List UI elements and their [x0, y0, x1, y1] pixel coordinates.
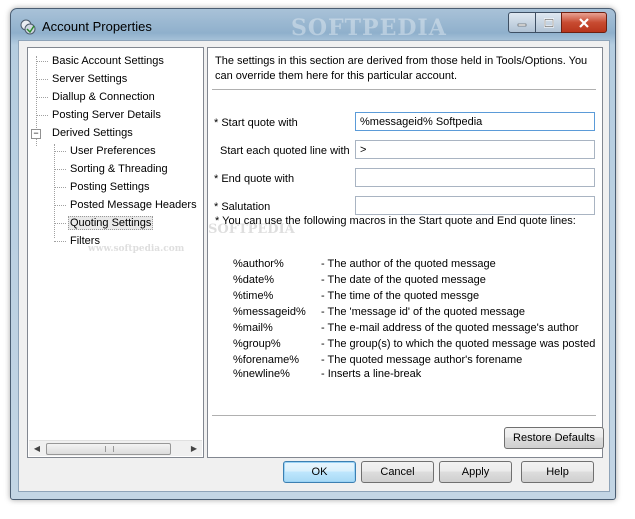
tree-item-posting-settings[interactable]: Posting Settings [68, 180, 152, 194]
collapse-toggle[interactable]: − [31, 129, 41, 139]
tree-item-user-preferences[interactable]: User Preferences [68, 144, 158, 158]
macro-description: - The author of the quoted message [321, 258, 496, 270]
macro-name: %mail% [233, 322, 273, 334]
scrollbar-thumb[interactable] [46, 443, 171, 455]
start-quote-input[interactable] [355, 112, 595, 131]
end-quote-label: * End quote with [214, 173, 295, 185]
tree-line [36, 61, 48, 62]
macro-description: - The time of the quoted messge [321, 290, 480, 302]
macro-name: %forename% [233, 354, 300, 366]
tree-line [54, 169, 66, 170]
scroll-right-arrow-icon[interactable]: ▶ [188, 443, 200, 454]
salutation-input[interactable] [355, 196, 595, 215]
close-button[interactable] [561, 12, 607, 33]
tree-item-posted-message-headers[interactable]: Posted Message Headers [68, 198, 199, 212]
start-each-line-input[interactable] [355, 140, 595, 159]
tree-line [36, 97, 48, 98]
tree-item-server-settings[interactable]: Server Settings [50, 72, 129, 86]
start-each-line-label: Start each quoted line with [220, 145, 350, 157]
app-icon [20, 19, 36, 35]
start-quote-label: * Start quote with [214, 117, 298, 129]
tree-horizontal-scrollbar[interactable]: ◀ ▶ [29, 440, 202, 456]
tree-line [54, 151, 66, 152]
tree-item-quoting-settings[interactable]: Quoting Settings [68, 216, 154, 230]
macro-name: %messageid% [233, 306, 306, 318]
cancel-button[interactable]: Cancel [361, 461, 434, 483]
macro-name: %author% [233, 258, 284, 270]
macro-description: - Inserts a line-break [321, 368, 422, 380]
macro-name: %group% [233, 338, 281, 350]
softpedia-url-watermark: www.softpedia.com [88, 244, 185, 254]
help-button[interactable]: Help [521, 461, 594, 483]
scroll-left-arrow-icon[interactable]: ◀ [31, 443, 43, 454]
maximize-button[interactable] [535, 12, 562, 33]
macro-name: %newline% [233, 368, 290, 380]
settings-tree[interactable]: − Basic Account Settings Server Settings… [27, 47, 204, 458]
tree-item-diallup-connection[interactable]: Diallup & Connection [50, 90, 157, 104]
intro-text: The settings in this section are derived… [215, 55, 588, 82]
tree-line [36, 79, 48, 80]
minimize-icon [517, 23, 527, 26]
restore-defaults-button[interactable]: Restore Defaults [504, 427, 604, 449]
tree-item-sorting-threading[interactable]: Sorting & Threading [68, 162, 170, 176]
macro-description: - The quoted message author's forename [321, 354, 523, 366]
minimize-button[interactable] [508, 12, 536, 33]
tree-line [54, 205, 66, 206]
softpedia-watermark: SOFTPEDIA [291, 15, 447, 41]
ok-button[interactable]: OK [283, 461, 356, 483]
dialog-client-area: − Basic Account Settings Server Settings… [18, 40, 610, 492]
window-title: Account Properties [42, 19, 152, 34]
macro-description: - The date of the quoted message [321, 274, 486, 286]
divider [212, 89, 596, 90]
tree-item-posting-server-details[interactable]: Posting Server Details [50, 108, 163, 122]
tree-line [54, 241, 66, 242]
divider [212, 415, 596, 416]
grip-icon [105, 446, 114, 452]
apply-button[interactable]: Apply [439, 461, 512, 483]
macro-note: * You can use the following macros in th… [215, 215, 576, 227]
maximize-icon [543, 18, 554, 27]
close-icon [579, 17, 589, 28]
end-quote-input[interactable] [355, 168, 595, 187]
macro-description: - The 'message id' of the quoted message [321, 306, 525, 318]
title-bar[interactable]: Account Properties SOFTPEDIA [11, 9, 615, 41]
tree-item-basic-account-settings[interactable]: Basic Account Settings [50, 54, 166, 68]
macro-name: %time% [233, 290, 274, 302]
quoting-settings-panel: The settings in this section are derived… [207, 47, 604, 458]
salutation-label: * Salutation [214, 201, 271, 213]
tree-line [36, 115, 48, 116]
tree-line [54, 187, 66, 188]
macro-description: - The e-mail address of the quoted messa… [321, 322, 579, 334]
macro-description: - The group(s) to which the quoted messa… [321, 338, 596, 350]
tree-line [54, 223, 66, 224]
account-properties-window: Account Properties SOFTPEDIA − Basic Acc… [10, 8, 616, 500]
macro-name: %date% [233, 274, 274, 286]
tree-item-derived-settings[interactable]: Derived Settings [50, 126, 135, 140]
